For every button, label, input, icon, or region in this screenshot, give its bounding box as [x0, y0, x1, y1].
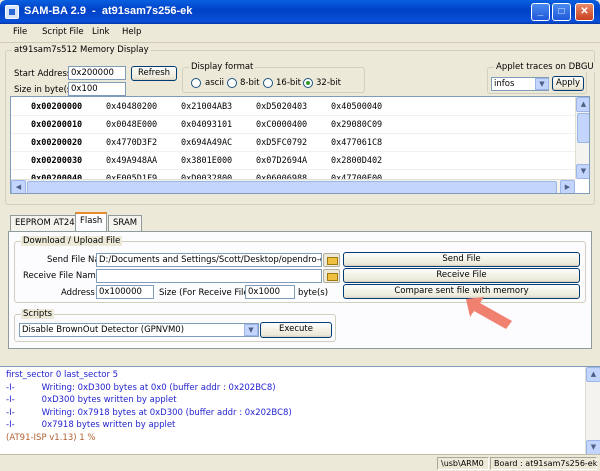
window-title: SAM-BA 2.9 - at91sam7s256-ek — [24, 5, 193, 17]
chevron-down-icon[interactable]: ▼ — [535, 78, 549, 90]
row-value: 0x4770D3F2 — [106, 138, 158, 148]
log-line: -I- 0xD300 bytes written by applet — [6, 395, 177, 405]
receive-file-button[interactable]: Receive File — [343, 268, 580, 283]
size-input[interactable]: 0x100 — [68, 82, 126, 96]
format-32bit-radio[interactable] — [303, 78, 313, 88]
applet-traces-title: Applet traces on DBGU — [494, 62, 596, 72]
scroll-down-icon[interactable]: ▼ — [576, 164, 589, 179]
address-label: Address : — [61, 288, 101, 298]
row-value: 0x40500040 — [331, 102, 383, 112]
log-line: -I- Writing: 0x7918 bytes at 0xD300 (buf… — [6, 407, 292, 418]
download-upload-title: Download / Upload File — [21, 236, 123, 246]
menu-bar: File Script File Link Help — [0, 24, 600, 43]
send-file-button[interactable]: Send File — [343, 252, 580, 267]
memory-table[interactable]: 0x00200000 0x40480200 0x21004AB3 0xD5020403… — [10, 96, 590, 194]
execute-button[interactable]: Execute — [260, 322, 332, 338]
log-line: -I- 0x7918 bytes written by applet — [6, 420, 176, 430]
applet-traces-value: infos — [494, 79, 515, 89]
row-value: 0x3801E000 — [181, 156, 233, 166]
row-value: 0x49A948AA — [106, 156, 158, 166]
row-address: 0x00200020 — [31, 138, 83, 148]
scroll-thumb[interactable] — [577, 113, 589, 143]
table-row[interactable]: 0x00200000 0x40480200 0x21004AB3 0xD5020403… — [11, 98, 575, 116]
tab-flash[interactable]: Flash — [75, 212, 108, 232]
scripts-select[interactable]: Disable BrownOut Detector (GPNVM0) — [19, 323, 259, 337]
minimize-button[interactable]: _ — [531, 3, 550, 21]
memory-display-title: at91sam7s512 Memory Display — [12, 45, 151, 55]
row-address: 0x00200030 — [31, 156, 83, 166]
row-value: 0x07D2694A — [256, 156, 308, 166]
format-ascii-label: ascii — [205, 78, 225, 88]
app-icon — [5, 5, 19, 19]
close-button[interactable]: ✕ — [575, 3, 594, 21]
open-folder-icon[interactable] — [323, 253, 340, 267]
log-vertical-scrollbar[interactable]: ▲ ▼ — [585, 367, 600, 455]
menu-file[interactable]: File — [13, 27, 27, 37]
scripts-selected-value: Disable BrownOut Detector (GPNVM0) — [22, 325, 185, 335]
tab-eeprom[interactable]: EEPROM AT24 — [10, 215, 80, 231]
receive-size-label: Size (For Receive File) : — [159, 288, 258, 298]
format-8bit-radio[interactable] — [227, 78, 237, 88]
board-status: Board : at91sam7s256-ek — [490, 457, 597, 470]
annotation-arrow-icon — [466, 297, 512, 329]
receive-file-label: Receive File Name : — [23, 271, 107, 281]
scripts-title: Scripts — [21, 309, 55, 319]
maximize-button[interactable]: □ — [552, 3, 571, 21]
title-bar[interactable]: SAM-BA 2.9 - at91sam7s256-ek _ □ ✕ — [0, 0, 600, 24]
format-16bit-radio[interactable] — [263, 78, 273, 88]
receive-file-input[interactable] — [96, 269, 322, 283]
memory-horizontal-scrollbar[interactable]: ◀ ▶ — [11, 179, 575, 193]
menu-link[interactable]: Link — [92, 27, 109, 37]
row-value: 0x2800D402 — [331, 156, 383, 166]
address-input[interactable]: 0x100000 — [96, 285, 154, 299]
menu-help[interactable]: Help — [122, 27, 141, 37]
row-value: 0x694A49AC — [181, 138, 233, 148]
receive-size-input[interactable]: 0x1000 — [245, 285, 295, 299]
connection-status: \usb\ARM0 — [437, 457, 489, 470]
scroll-thumb-horizontal[interactable] — [27, 181, 557, 193]
row-value: 0xD5020403 — [256, 102, 308, 112]
tab-sram[interactable]: SRAM — [108, 215, 143, 231]
menu-script-file[interactable]: Script File — [42, 27, 84, 37]
row-value: 0x04093101 — [181, 120, 233, 130]
apply-button[interactable]: Apply — [552, 76, 584, 91]
memory-vertical-scrollbar[interactable]: ▲ ▼ — [575, 97, 589, 179]
send-file-input[interactable]: D:/Documents and Settings/Scott/Desktop/… — [96, 253, 322, 267]
row-value: 0xD5FC0792 — [256, 138, 308, 148]
start-address-input[interactable]: 0x200000 — [68, 66, 126, 80]
format-ascii-radio[interactable] — [191, 78, 201, 88]
scroll-left-icon[interactable]: ◀ — [11, 180, 26, 193]
scroll-down-icon[interactable]: ▼ — [586, 440, 600, 455]
row-address: 0x00200000 — [31, 102, 83, 112]
table-row[interactable]: 0x00200030 0x49A948AA 0x3801E000 0x07D2694A… — [11, 152, 575, 170]
log-line: (AT91-ISP v1.13) 1 % — [6, 432, 96, 443]
format-16bit-label: 16-bit — [276, 78, 301, 88]
scroll-up-icon[interactable]: ▲ — [576, 97, 589, 112]
chevron-down-icon[interactable]: ▼ — [244, 324, 258, 336]
scroll-right-icon[interactable]: ▶ — [560, 180, 575, 193]
row-value: 0x29080C09 — [331, 120, 383, 130]
format-8bit-label: 8-bit — [240, 78, 260, 88]
row-address: 0x00200010 — [31, 120, 83, 130]
display-format-title: Display format — [189, 62, 256, 72]
status-bar: \usb\ARM0 Board : at91sam7s256-ek — [0, 454, 600, 471]
table-row[interactable]: 0x00200020 0x4770D3F2 0x694A49AC 0xD5FC0792… — [11, 134, 575, 152]
refresh-button[interactable]: Refresh — [131, 66, 177, 81]
row-value: 0x0048E000 — [106, 120, 158, 130]
log-line: first_sector 0 last_sector 5 — [6, 370, 119, 380]
row-value: 0x21004AB3 — [181, 102, 233, 112]
row-value: 0x477061C8 — [331, 138, 383, 148]
row-value: 0xC0000400 — [256, 120, 308, 130]
log-console[interactable]: first_sector 0 last_sector 5 -I- Writing:… — [0, 366, 600, 455]
open-folder-icon[interactable] — [323, 269, 340, 283]
size-unit-label: byte(s) — [298, 288, 329, 298]
scroll-up-icon[interactable]: ▲ — [586, 367, 600, 382]
log-line: -I- Writing: 0xD300 bytes at 0x0 (buffer… — [6, 382, 276, 393]
table-row[interactable]: 0x00200010 0x0048E000 0x04093101 0xC0000400… — [11, 116, 575, 134]
format-32bit-label: 32-bit — [316, 78, 341, 88]
row-value: 0x40480200 — [106, 102, 158, 112]
